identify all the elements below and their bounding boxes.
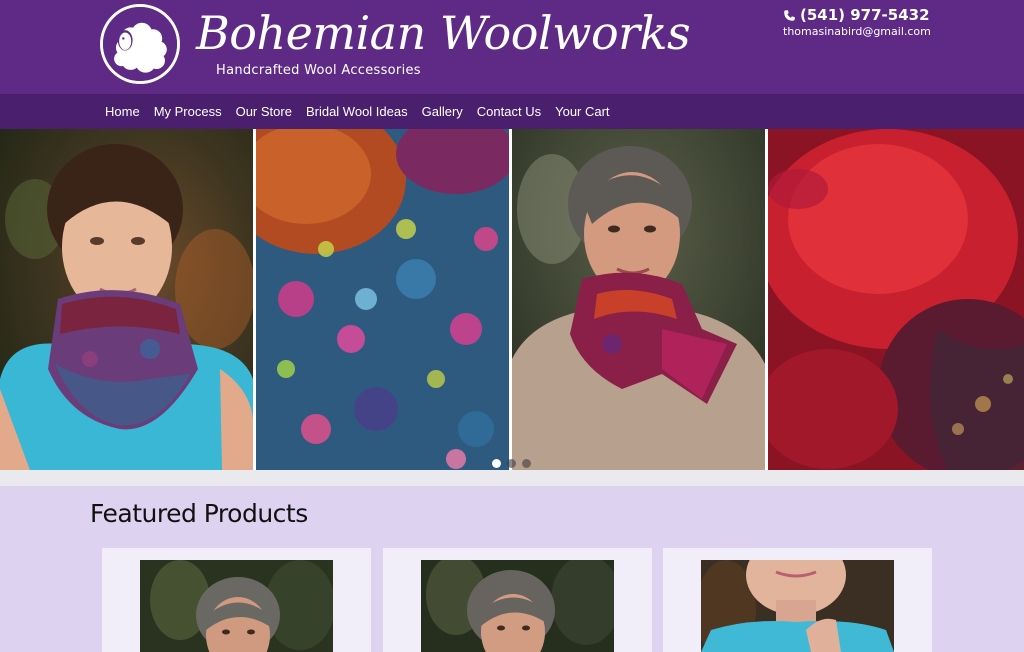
nav-item-your-cart[interactable]: Your Cart [548,104,616,119]
slider-pagination [492,459,531,468]
hero-slider[interactable] [0,129,1024,470]
slide-blue-pink-felt-texture[interactable] [256,129,509,470]
nav-item-my-process[interactable]: My Process [147,104,229,119]
contact-phone[interactable]: (541) 977-5432 [783,6,931,24]
slide-red-felt-texture[interactable] [768,129,1024,470]
section-divider [0,470,1024,486]
nav-item-home[interactable]: Home [98,104,147,119]
featured-products-section: Featured Products [0,486,1024,652]
slider-dot-1[interactable] [492,459,501,468]
site-header: Bohemian Woolworks Handcrafted Wool Acce… [0,0,1024,94]
slider-dot-2[interactable] [507,459,516,468]
brand-tagline: Handcrafted Wool Accessories [216,63,421,78]
main-nav: Home My Process Our Store Bridal Wool Id… [0,94,1024,129]
product-card[interactable] [383,548,652,652]
product-card[interactable] [663,548,932,652]
slide-girl-wearing-felted-cowl[interactable] [0,129,253,470]
slider-dot-3[interactable] [522,459,531,468]
brand-name[interactable]: Bohemian Woolworks [196,2,691,64]
product-card[interactable] [102,548,371,652]
slide-woman-wearing-felted-scarf[interactable] [512,129,765,470]
phone-icon [784,9,795,21]
contact-info: (541) 977-5432 thomasinabird@gmail.com [783,6,931,38]
product-image[interactable] [701,560,894,652]
nav-item-gallery[interactable]: Gallery [415,104,470,119]
nav-item-bridal-wool-ideas[interactable]: Bridal Wool Ideas [299,104,415,119]
product-image[interactable] [421,560,614,652]
product-image[interactable] [140,560,333,652]
nav-item-contact-us[interactable]: Contact Us [470,104,548,119]
sheep-logo-icon[interactable] [100,4,180,84]
contact-email[interactable]: thomasinabird@gmail.com [783,25,931,38]
nav-item-our-store[interactable]: Our Store [229,104,299,119]
featured-products-heading: Featured Products [90,499,308,528]
phone-number: (541) 977-5432 [800,6,930,24]
